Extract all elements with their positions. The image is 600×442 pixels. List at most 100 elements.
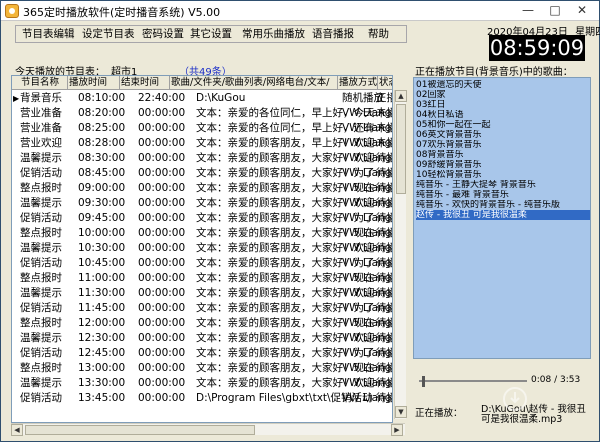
schedule-vertical-scrollbar[interactable]: ▲ ▼ xyxy=(394,90,407,419)
cell-status: 待播 xyxy=(376,227,392,239)
playlist-item[interactable]: 07欢乐背景音乐 xyxy=(416,140,590,150)
column-header-start[interactable]: 播放时间 xyxy=(68,76,120,90)
digital-clock: 08:59:09 xyxy=(489,35,585,61)
table-row[interactable]: 促销活动 11:45:00 00:00:00 文本：亲爱的顾客朋友，大家好！为了 VW … xyxy=(12,301,392,316)
table-row[interactable]: 营业准备 08:20:00 00:00:00 文本：亲爱的各位同仁，早上好，今天 VW … xyxy=(12,106,392,121)
cell-status: 待播 xyxy=(376,302,392,314)
table-row[interactable]: 整点报时 11:00:00 00:00:00 文本：亲爱的顾客朋友，大家好！现在 VW … xyxy=(12,271,392,286)
cell-end-time: 00:00:00 xyxy=(138,182,186,194)
cell-end-time: 00:00:00 xyxy=(138,302,186,314)
cell-end-time: 00:00:00 xyxy=(138,242,186,254)
playlist-item[interactable]: 纯音乐 - 王静大提琴 背景音乐 xyxy=(416,180,590,190)
menu-edit-schedule[interactable]: 节目表编辑 xyxy=(22,27,75,42)
schedule-horizontal-scrollbar[interactable]: ◀ ▶ xyxy=(11,423,405,436)
cell-start-time: 10:30:00 xyxy=(78,242,126,254)
playlist-item[interactable]: 纯音乐 - 最难 背景音乐 xyxy=(416,190,590,200)
cell-name: 促销活动 xyxy=(20,302,62,314)
schedule-table[interactable]: 节目名称 播放时间 结束时间 歌曲/文件夹/歌曲列表/网络电台/文本/ 播放方式… xyxy=(11,75,393,423)
playlist-item[interactable]: 03红日 xyxy=(416,100,590,110)
playlist-item[interactable]: 09舒缓背景音乐 xyxy=(416,160,590,170)
playlist-item[interactable]: 纯音乐 - 欢快的背景音乐 - 纯音乐版 xyxy=(416,200,590,210)
menu-common-music[interactable]: 常用乐曲播放 xyxy=(242,27,305,42)
cell-status: 待播 xyxy=(376,152,392,164)
cell-status: 待播 xyxy=(376,347,392,359)
table-row[interactable]: 整点报时 10:00:00 00:00:00 文本：亲爱的顾客朋友，大家好！现在 VW … xyxy=(12,226,392,241)
scroll-right-icon[interactable]: ▶ xyxy=(391,424,403,436)
cell-start-time: 10:00:00 xyxy=(78,227,126,239)
playlist-item[interactable]: 06英文背景音乐 xyxy=(416,130,590,140)
menu-set-schedule[interactable]: 设定节目表 xyxy=(82,27,135,42)
column-header-name[interactable]: 节目名称 xyxy=(20,76,68,90)
table-row[interactable]: 营业欢迎 08:28:00 00:00:00 文本：亲爱的顾客朋友，早上好！欢迎 VW … xyxy=(12,136,392,151)
cell-end-time: 00:00:00 xyxy=(138,317,186,329)
close-button[interactable]: ✕ xyxy=(569,2,595,19)
cell-name: 温馨提示 xyxy=(20,332,62,344)
cell-status: 待播 xyxy=(376,392,392,404)
table-row[interactable]: 营业准备 08:25:00 00:00:00 文本：亲爱的各位同仁，早上好，还有 VW … xyxy=(12,121,392,136)
cell-status: 待播 xyxy=(376,212,392,224)
cell-end-time: 00:00:00 xyxy=(138,122,186,134)
playlist-item[interactable]: 赵传 - 我很丑 可是我很温柔 xyxy=(416,210,590,220)
cell-status: 待播 xyxy=(376,242,392,254)
table-row[interactable]: 温馨提示 12:30:00 00:00:00 文本：亲爱的顾客朋友，大家好！欢迎 VW … xyxy=(12,331,392,346)
progress-slider[interactable] xyxy=(419,376,527,387)
table-row[interactable]: 温馨提示 09:30:00 00:00:00 文本：亲爱的顾客朋友，大家好！欢迎 VW … xyxy=(12,196,392,211)
table-row[interactable]: 促销活动 12:45:00 00:00:00 文本：亲爱的顾客朋友，大家好！为了 VW … xyxy=(12,346,392,361)
schedule-body: ▶背景音乐08:10:0022:40:00D:\KuGou随机播放正播营业准备0… xyxy=(12,91,392,405)
table-row[interactable]: 整点报时 12:00:00 00:00:00 文本：亲爱的顾客朋友，大家好！现在 VW … xyxy=(12,316,392,331)
cell-name: 促销活动 xyxy=(20,212,62,224)
cell-end-time: 00:00:00 xyxy=(138,332,186,344)
table-row[interactable]: 整点报时 09:00:00 00:00:00 文本：亲爱的顾客朋友，大家好！现在 VW … xyxy=(12,181,392,196)
table-row[interactable]: 整点报时 13:00:00 00:00:00 文本：亲爱的顾客朋友，大家好！现在 VW … xyxy=(12,361,392,376)
cell-status: 待播 xyxy=(376,362,392,374)
cell-end-time: 00:00:00 xyxy=(138,347,186,359)
menu-help[interactable]: 帮助 xyxy=(368,27,389,42)
column-header-mode[interactable]: 播放方式 xyxy=(338,76,378,90)
scroll-left-icon[interactable]: ◀ xyxy=(11,424,23,436)
song-list[interactable]: 01被遗忘的天使 02回家 03红日 04秋日私语 05和你一起在一起 06英文背景音乐 0… xyxy=(413,77,591,359)
playlist-item[interactable]: 04秋日私语 xyxy=(416,110,590,120)
playlist-item[interactable]: 05和你一起在一起 xyxy=(416,120,590,130)
table-row[interactable]: 温馨提示 08:30:00 00:00:00 文本：亲爱的顾客朋友，大家好！欢迎 VW … xyxy=(12,151,392,166)
scroll-thumb[interactable] xyxy=(396,104,406,194)
column-header-status[interactable]: 状态 xyxy=(378,76,392,90)
scroll-down-icon[interactable]: ▼ xyxy=(395,406,407,418)
cell-end-time: 00:00:00 xyxy=(138,227,186,239)
table-row[interactable]: 促销活动 08:45:00 00:00:00 文本：亲爱的顾客朋友，大家好！为了 VW … xyxy=(12,166,392,181)
scroll-up-icon[interactable]: ▲ xyxy=(395,90,407,102)
app-logo-icon xyxy=(5,4,19,18)
cell-end-time: 00:00:00 xyxy=(138,257,186,269)
menu-other-settings[interactable]: 其它设置 xyxy=(190,27,232,42)
table-row[interactable]: 温馨提示 11:30:00 00:00:00 文本：亲爱的顾客朋友，大家好！欢迎 VW … xyxy=(12,286,392,301)
cell-status: 未播 xyxy=(376,122,392,134)
cell-status: 待播 xyxy=(376,182,392,194)
current-row-pointer-icon: ▶ xyxy=(13,94,20,103)
playlist-item[interactable]: 02回家 xyxy=(416,90,590,100)
cell-end-time: 00:00:00 xyxy=(138,167,186,179)
cell-start-time: 08:45:00 xyxy=(78,167,126,179)
table-row[interactable]: 促销活动 10:45:00 00:00:00 文本：亲爱的顾客朋友，大家好！为了 VW … xyxy=(12,256,392,271)
cell-start-time: 13:30:00 xyxy=(78,377,126,389)
title-bar[interactable]: 365定时播放软件(定时播音系统) V5.00 — □ ✕ xyxy=(1,1,599,21)
column-header-end[interactable]: 结束时间 xyxy=(120,76,170,90)
table-row[interactable]: 温馨提示 13:30:00 00:00:00 文本：亲爱的顾客朋友，大家好！欢迎 VW … xyxy=(12,376,392,391)
cell-name: 整点报时 xyxy=(20,182,62,194)
playlist-item[interactable]: 08背景音乐 xyxy=(416,150,590,160)
menu-password[interactable]: 密码设置 xyxy=(142,27,184,42)
minimize-button[interactable]: — xyxy=(515,2,541,19)
scroll-thumb[interactable] xyxy=(25,425,255,435)
maximize-button[interactable]: □ xyxy=(542,2,568,19)
table-row[interactable]: 温馨提示 10:30:00 00:00:00 文本：亲爱的顾客朋友，大家好！欢迎 VW … xyxy=(12,241,392,256)
column-header-content[interactable]: 歌曲/文件夹/歌曲列表/网络电台/文本/ xyxy=(170,76,338,90)
playlist-item[interactable]: 10轻松背景音乐 xyxy=(416,170,590,180)
cell-name: 促销活动 xyxy=(20,167,62,179)
table-row[interactable]: 促销活动 13:45:00 00:00:00 D:\Program Files\gbx… xyxy=(12,391,392,405)
progress-knob[interactable] xyxy=(422,376,425,387)
table-row[interactable]: ▶背景音乐08:10:0022:40:00D:\KuGou随机播放正播 xyxy=(12,91,392,106)
playlist-item[interactable]: 01被遗忘的天使 xyxy=(416,80,590,90)
playlist-heading: 正在播放节目(背景音乐)中的歌曲： xyxy=(415,67,573,78)
menu-voice-broadcast[interactable]: 语音播报 xyxy=(312,27,354,42)
cell-name: 整点报时 xyxy=(20,362,62,374)
cell-status: 待播 xyxy=(376,377,392,389)
table-row[interactable]: 促销活动 09:45:00 00:00:00 文本：亲爱的顾客朋友，大家好！为了 VW … xyxy=(12,211,392,226)
